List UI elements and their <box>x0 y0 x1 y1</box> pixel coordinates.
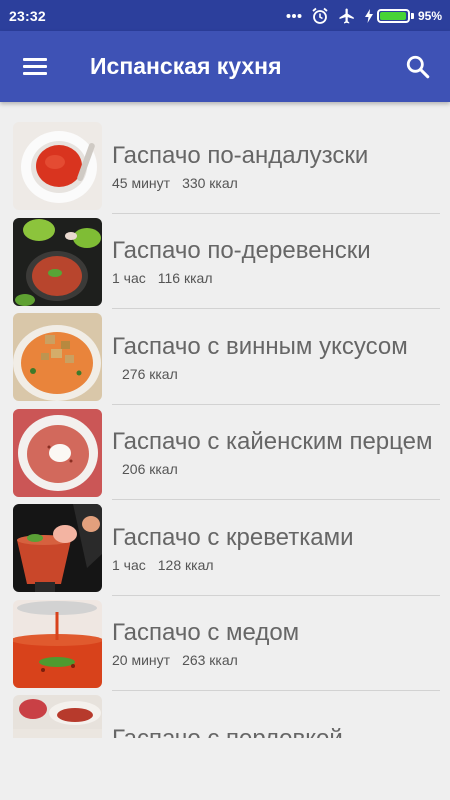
recipe-calories: 116 ккал <box>157 270 213 287</box>
recipe-time: 1 час <box>112 270 146 287</box>
recipe-title: Гаспачо по-деревенски <box>112 237 371 265</box>
menu-button[interactable] <box>0 31 70 102</box>
battery-percent: 95% <box>417 8 442 23</box>
recipe-title: Гаспачо с винным уксусом <box>112 332 408 360</box>
recipe-title: Гаспачо с креветками <box>112 523 354 551</box>
recipe-row[interactable]: Гаспачо по-андалузски 45 минут 330 ккал <box>0 118 450 214</box>
recipe-time: 20 минут <box>112 652 171 669</box>
recipe-calories: 276 ккал <box>122 365 178 382</box>
status-time: 23:32 <box>9 7 46 24</box>
recipe-title: Гаспачо с кайенским перцем <box>112 428 433 456</box>
recipe-calories: 330 ккал <box>182 174 238 191</box>
recipe-row[interactable]: Гаспачо с кайенским перцем 206 ккал <box>0 405 450 500</box>
status-icons: 95% <box>286 7 442 25</box>
charging-bolt-icon <box>364 8 373 23</box>
recipe-calories: 263 ккал <box>182 652 238 669</box>
status-bar: 23:32 95% <box>0 0 450 31</box>
battery-level-fill <box>379 11 406 20</box>
recipe-time: 45 минут <box>112 174 171 191</box>
search-button[interactable] <box>390 31 446 102</box>
page-title: Испанская кухня <box>90 53 282 79</box>
battery-indicator: 95% <box>364 8 442 23</box>
recipe-thumbnail <box>13 695 102 738</box>
recipe-calories: 206 ккал <box>122 461 178 478</box>
battery-tip <box>410 12 414 19</box>
recipe-thumbnail <box>13 408 102 497</box>
recipe-thumbnail <box>13 122 102 210</box>
airplane-mode-icon <box>338 7 356 25</box>
alarm-clock-icon <box>311 7 329 25</box>
app-bar: Испанская кухня <box>0 31 450 102</box>
recipe-calories: 128 ккал <box>157 556 214 573</box>
recipe-thumbnail <box>13 599 102 688</box>
recipe-row[interactable]: Гаспачо по-деревенски 1 час 116 ккал <box>0 214 450 309</box>
recipe-list[interactable]: Гаспачо по-андалузски 45 минут 330 ккал Г… <box>0 118 450 738</box>
recipe-title: Гаспачо с перловкой <box>112 724 440 738</box>
more-dots-icon <box>286 13 302 19</box>
recipe-title: Гаспачо по-андалузски <box>112 141 369 169</box>
recipe-time: 1 час <box>112 556 146 573</box>
recipe-row[interactable]: Гаспачо с винным уксусом 276 ккал <box>0 309 450 405</box>
search-icon <box>406 55 430 78</box>
recipe-thumbnail <box>13 504 102 592</box>
recipe-row[interactable]: Гаспачо с перловкой <box>0 691 450 738</box>
recipe-title: Гаспачо с медом <box>112 619 300 647</box>
recipe-row[interactable]: Гаспачо с креветками 1 час 128 ккал <box>0 500 450 596</box>
recipe-thumbnail <box>13 313 102 401</box>
recipe-row[interactable]: Гаспачо с медом 20 минут 263 ккал <box>0 596 450 691</box>
hamburger-menu-icon <box>23 54 47 79</box>
recipe-thumbnail <box>13 217 102 306</box>
battery-icon <box>376 8 410 23</box>
